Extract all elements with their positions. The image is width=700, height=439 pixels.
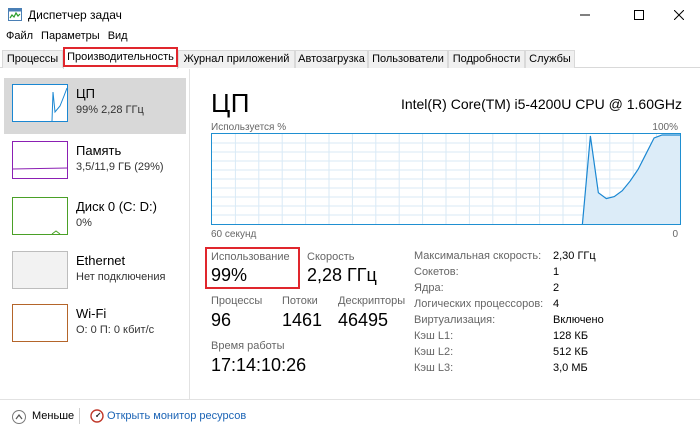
detail-label: Сокетов: bbox=[414, 266, 459, 278]
sidebar-item-memory[interactable]: Память 3,5/11,9 ГБ (29%) bbox=[4, 135, 186, 191]
detail-value: 2,30 ГГц bbox=[553, 250, 596, 262]
detail-label: Максимальная скорость: bbox=[414, 250, 542, 262]
tab-strip: Процессы Производительность Журнал прило… bbox=[0, 48, 700, 69]
graph-time-label: 60 секунд bbox=[211, 229, 257, 240]
detail-value: 3,0 МБ bbox=[553, 362, 588, 374]
close-button[interactable] bbox=[656, 0, 700, 29]
detail-value: Включено bbox=[553, 314, 604, 326]
detail-value: 128 КБ bbox=[553, 330, 589, 342]
sidebar-item-sub: О: 0 П: 0 кбит/с bbox=[76, 324, 155, 336]
detail-label: Логических процессоров: bbox=[414, 298, 544, 310]
resource-sidebar: ЦП 99% 2,28 ГГц Память 3,5/11,9 ГБ (29%)… bbox=[0, 69, 190, 399]
tab-performance[interactable]: Производительность bbox=[63, 48, 178, 69]
tab-details[interactable]: Подробности bbox=[448, 50, 525, 68]
usage-value: 99% bbox=[211, 265, 248, 285]
usage-label: Использование bbox=[211, 251, 290, 263]
sidebar-item-label: ЦП bbox=[76, 86, 95, 101]
memory-thumbnail-graph bbox=[12, 141, 68, 179]
tab-services[interactable]: Службы bbox=[525, 50, 575, 68]
speed-value: 2,28 ГГц bbox=[307, 265, 377, 285]
sidebar-item-sub: 99% 2,28 ГГц bbox=[76, 104, 144, 116]
threads-label: Потоки bbox=[282, 295, 318, 307]
sidebar-item-label: Wi-Fi bbox=[76, 306, 107, 321]
detail-value: 512 КБ bbox=[553, 346, 589, 358]
resource-monitor-icon bbox=[90, 409, 104, 423]
ethernet-thumbnail-graph bbox=[12, 251, 68, 289]
task-manager-icon bbox=[8, 8, 22, 21]
menu-options[interactable]: Параметры bbox=[41, 29, 100, 48]
sidebar-item-disk[interactable]: Диск 0 (C: D:) 0% bbox=[4, 191, 186, 247]
detail-label: Кэш L1: bbox=[414, 330, 454, 342]
sidebar-item-sub: Нет подключения bbox=[76, 271, 166, 283]
graph-label: Используется % bbox=[211, 122, 287, 133]
fewer-details-button[interactable]: Меньше bbox=[32, 410, 74, 422]
page-title: ЦП bbox=[211, 88, 250, 118]
detail-label: Кэш L2: bbox=[414, 346, 454, 358]
handles-label: Дескрипторы bbox=[338, 295, 406, 307]
open-resource-monitor-link[interactable]: Открыть монитор ресурсов bbox=[107, 410, 246, 422]
close-icon bbox=[674, 9, 684, 20]
graph-min-label: 0 bbox=[672, 229, 678, 240]
threads-value: 1461 bbox=[282, 310, 323, 330]
tab-users[interactable]: Пользователи bbox=[368, 50, 448, 68]
uptime-label: Время работы bbox=[211, 340, 285, 352]
detail-label: Ядра: bbox=[414, 282, 444, 294]
graph-max-label: 100% bbox=[652, 122, 678, 133]
detail-label: Кэш L3: bbox=[414, 362, 454, 374]
footer-bar: Меньше Открыть монитор ресурсов bbox=[0, 399, 700, 439]
minimize-icon bbox=[580, 14, 590, 15]
sidebar-item-sub: 3,5/11,9 ГБ (29%) bbox=[76, 161, 164, 173]
minimize-button[interactable] bbox=[562, 0, 608, 29]
sidebar-item-cpu[interactable]: ЦП 99% 2,28 ГГц bbox=[4, 78, 186, 134]
detail-value: 4 bbox=[553, 298, 560, 310]
sidebar-item-label: Память bbox=[76, 143, 122, 158]
handles-value: 46495 bbox=[338, 310, 389, 330]
tab-processes[interactable]: Процессы bbox=[2, 50, 63, 68]
processes-label: Процессы bbox=[211, 295, 263, 307]
sidebar-item-sub: 0% bbox=[76, 217, 92, 229]
detail-value: 1 bbox=[553, 266, 560, 278]
maximize-icon bbox=[634, 9, 644, 20]
sidebar-item-ethernet[interactable]: Ethernet Нет подключения bbox=[4, 245, 186, 301]
speed-label: Скорость bbox=[307, 251, 355, 263]
chevron-up-icon bbox=[15, 414, 23, 420]
cpu-thumbnail-graph bbox=[12, 84, 68, 122]
collapse-chevron-icon[interactable] bbox=[12, 410, 26, 424]
window-title: Диспетчер задач bbox=[28, 8, 122, 22]
footer-divider bbox=[79, 408, 80, 424]
sidebar-item-wifi[interactable]: Wi-Fi О: 0 П: 0 кбит/с bbox=[4, 298, 186, 354]
menu-file[interactable]: Файл bbox=[6, 29, 33, 48]
detail-label: Виртуализация: bbox=[414, 314, 496, 326]
cpu-model: Intel(R) Core(TM) i5-4200U CPU @ 1.60GHz bbox=[400, 96, 682, 112]
menu-bar: Файл Параметры Вид bbox=[0, 29, 700, 48]
sidebar-item-label: Диск 0 (C: D:) bbox=[76, 199, 157, 214]
disk-thumbnail-graph bbox=[12, 197, 68, 235]
sidebar-item-label: Ethernet bbox=[76, 253, 126, 268]
wifi-thumbnail-graph bbox=[12, 304, 68, 342]
uptime-value: 17:14:10:26 bbox=[211, 355, 307, 375]
detail-value: 2 bbox=[553, 282, 560, 294]
title-bar: Диспетчер задач bbox=[0, 0, 700, 29]
processes-value: 96 bbox=[211, 310, 232, 330]
menu-view[interactable]: Вид bbox=[108, 29, 128, 48]
tab-app-history[interactable]: Журнал приложений bbox=[178, 50, 295, 68]
tab-startup[interactable]: Автозагрузка bbox=[295, 50, 368, 68]
cpu-usage-graph bbox=[211, 133, 681, 225]
